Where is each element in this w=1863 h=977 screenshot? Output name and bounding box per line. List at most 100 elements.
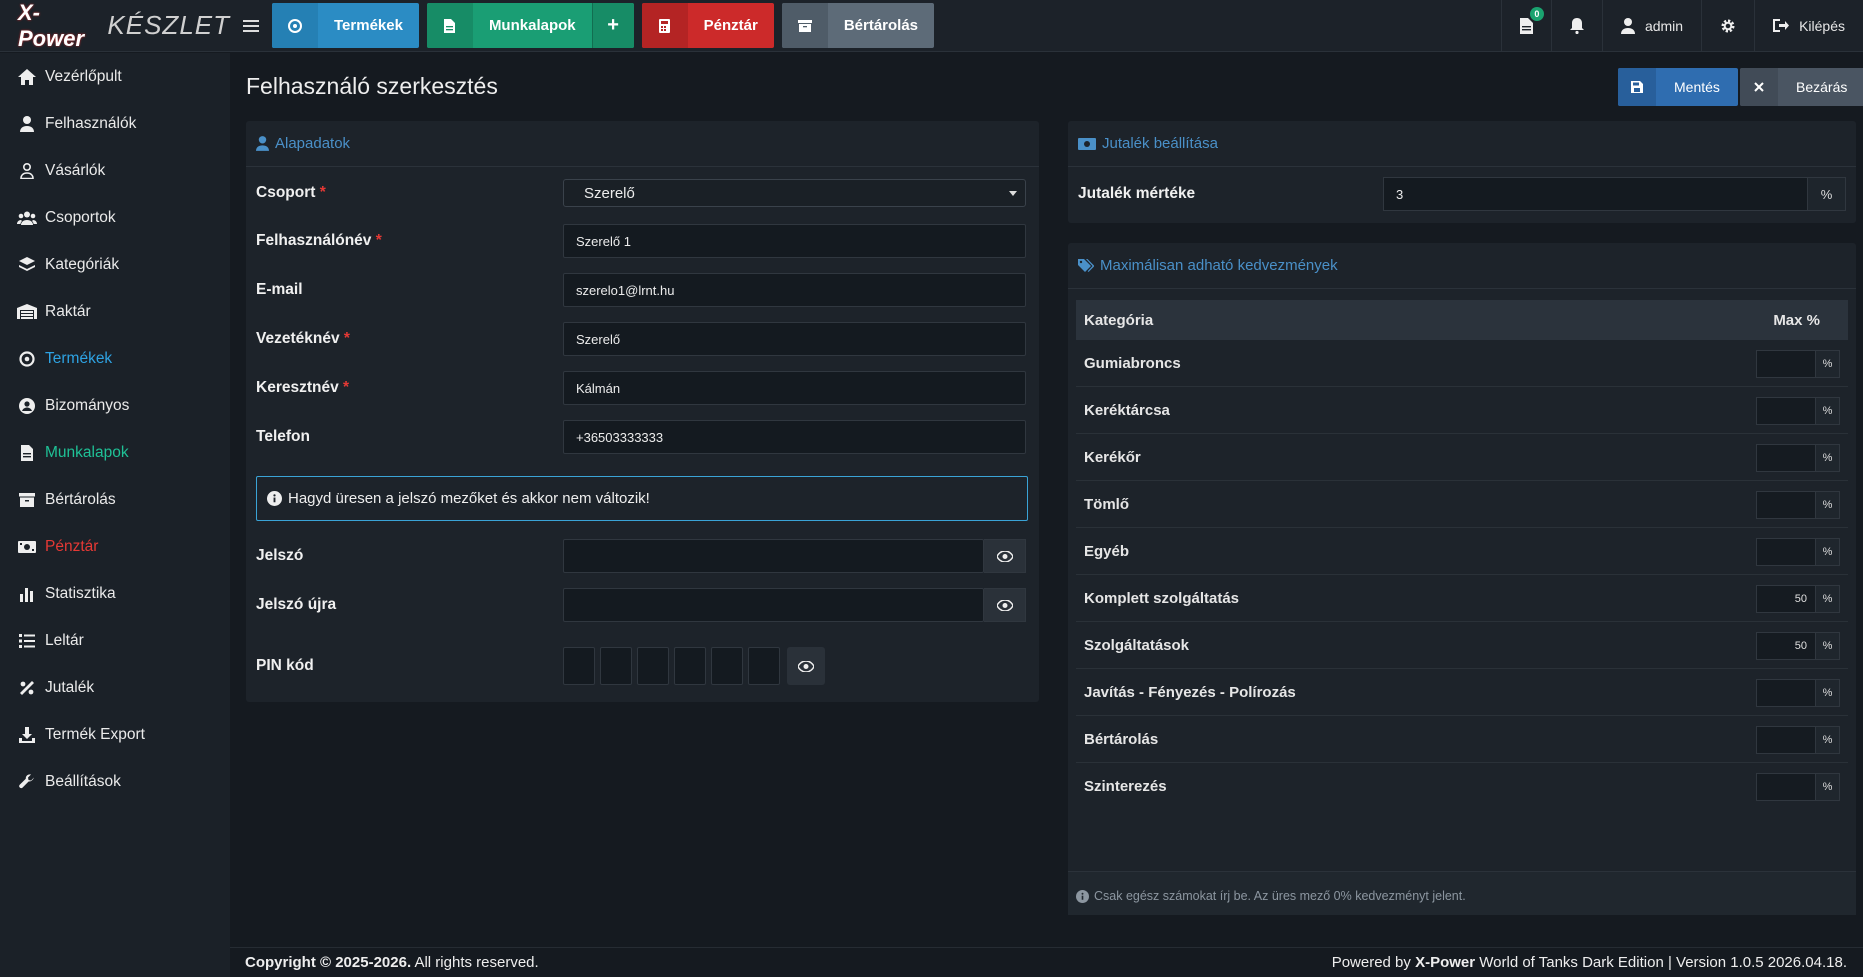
notification-badge: 0: [1529, 7, 1544, 21]
brand-name: KÉSZLET: [107, 10, 230, 40]
sidebar-item-products[interactable]: Termékek: [0, 335, 230, 382]
sidebar-item-customers[interactable]: Vásárlók: [0, 147, 230, 194]
sidebar-item-label: Termék Export: [45, 725, 145, 743]
table-row: Szinterezés %: [1076, 763, 1848, 810]
close-button[interactable]: Bezárás: [1740, 68, 1863, 106]
sidebar-item-commission[interactable]: Jutalék: [0, 664, 230, 711]
discount-input[interactable]: [1756, 350, 1816, 378]
money-icon: [17, 537, 37, 557]
discount-note: Csak egész számokat írj be. Az üres mező…: [1076, 889, 1466, 903]
username-input[interactable]: Szerelő 1: [563, 224, 1026, 258]
product-icon: [272, 3, 318, 48]
password-info-alert: Hagyd üresen a jelszó mezőket és akkor n…: [256, 476, 1028, 521]
sidebar-item-users[interactable]: Felhasználók: [0, 100, 230, 147]
commission-rate-group: 3 %: [1383, 177, 1846, 211]
show-pin-button[interactable]: [787, 647, 825, 685]
firstname-input[interactable]: Kálmán: [563, 371, 1026, 405]
phone-input[interactable]: +36503333333: [563, 420, 1026, 454]
user-outline-icon: [17, 161, 37, 181]
card-header: Alapadatok: [246, 121, 1039, 167]
pin-digit-input[interactable]: [711, 647, 743, 685]
product-icon: [17, 349, 37, 369]
floppy-icon: [1618, 68, 1656, 106]
group-select[interactable]: Szerelő: [563, 179, 1026, 207]
commission-rate-input[interactable]: 3: [1383, 177, 1808, 211]
list-icon: [17, 631, 37, 651]
sidebar-item-product-export[interactable]: Termék Export: [0, 711, 230, 758]
powered-by: Powered by X-Power World of Tanks Dark E…: [1331, 954, 1847, 971]
user-name: admin: [1644, 17, 1684, 34]
logout-button[interactable]: Kilépés: [1754, 0, 1863, 51]
hamburger-menu-icon[interactable]: [230, 0, 272, 51]
password-input[interactable]: [563, 539, 984, 573]
show-password-button[interactable]: [984, 539, 1026, 573]
card-title: Maximálisan adható kedvezmények: [1100, 257, 1338, 274]
user-menu[interactable]: admin: [1601, 0, 1701, 51]
sidebar: Vezérlőpult Felhasználók Vásárlók Csopor…: [0, 53, 230, 977]
category-name: Egyéb: [1084, 542, 1130, 560]
category-name: Gumiabroncs: [1084, 354, 1181, 372]
show-password-repeat-button[interactable]: [984, 588, 1026, 622]
discount-input[interactable]: [1756, 397, 1816, 425]
close-icon: [1740, 68, 1778, 106]
sidebar-item-label: Kategóriák: [45, 255, 120, 273]
sidebar-item-settings[interactable]: Beállítások: [0, 758, 230, 805]
discount-input[interactable]: [1756, 538, 1816, 566]
column-header-max: Max %: [1773, 311, 1820, 329]
column-header-category: Kategória: [1084, 311, 1154, 329]
info-icon: [1076, 889, 1089, 903]
bell-icon: [1569, 17, 1584, 34]
sidebar-item-worksheets[interactable]: Munkalapok: [0, 429, 230, 476]
discount-input[interactable]: 50: [1756, 632, 1816, 660]
topbar-storage-button[interactable]: Bértárolás: [781, 3, 935, 48]
page-footer: Copyright © 2025-2026. All rights reserv…: [230, 947, 1863, 977]
discount-input[interactable]: [1756, 679, 1816, 707]
card-header: Jutalék beállítása: [1068, 121, 1856, 167]
save-button[interactable]: Mentés: [1618, 68, 1738, 106]
percent-addon: %: [1816, 773, 1840, 801]
user-icon: [256, 136, 269, 151]
sidebar-item-categories[interactable]: Kategóriák: [0, 241, 230, 288]
discount-input[interactable]: 50: [1756, 585, 1816, 613]
topbar-cashier-button[interactable]: Pénztár: [641, 3, 774, 48]
gear-icon: [1721, 19, 1735, 32]
pin-digit-input[interactable]: [748, 647, 780, 685]
discount-input[interactable]: [1756, 726, 1816, 754]
topbar-worksheets-button[interactable]: Munkalapok +: [426, 3, 634, 48]
sidebar-item-warehouse[interactable]: Raktár: [0, 288, 230, 335]
pin-digit-input[interactable]: [674, 647, 706, 685]
sidebar-item-label: Beállítások: [45, 772, 121, 790]
brand-logo[interactable]: X-Power KÉSZLET: [0, 0, 230, 51]
pin-digit-input[interactable]: [637, 647, 669, 685]
percent-addon: %: [1816, 350, 1840, 378]
sidebar-item-dashboard[interactable]: Vezérlőpult: [0, 53, 230, 100]
discount-input[interactable]: [1756, 444, 1816, 472]
password-repeat-input[interactable]: [563, 588, 984, 622]
table-row: Gumiabroncs %: [1076, 340, 1848, 387]
card-footer: Csak egész számokat írj be. Az üres mező…: [1068, 871, 1856, 915]
worksheets-notification[interactable]: 0: [1500, 0, 1551, 51]
username-row: Felhasználónév * Szerelő 1: [256, 224, 1029, 258]
sidebar-item-inventory[interactable]: Leltár: [0, 617, 230, 664]
eye-icon: [996, 599, 1013, 611]
sidebar-item-groups[interactable]: Csoportok: [0, 194, 230, 241]
lastname-input[interactable]: Szerelő: [563, 322, 1026, 356]
add-worksheet-button[interactable]: +: [591, 3, 634, 48]
pin-digit-input[interactable]: [563, 647, 595, 685]
sidebar-item-statistics[interactable]: Statisztika: [0, 570, 230, 617]
email-field[interactable]: szerelo1@lrnt.hu: [563, 273, 1026, 307]
bell-button[interactable]: [1550, 0, 1602, 51]
discount-input[interactable]: [1756, 491, 1816, 519]
logout-icon: [1773, 19, 1790, 32]
sidebar-item-cashier[interactable]: Pénztár: [0, 523, 230, 570]
password-repeat-row: Jelszó újra: [256, 588, 1029, 622]
sidebar-item-label: Jutalék: [45, 678, 95, 696]
topbar-products-button[interactable]: Termékek: [272, 3, 419, 48]
sidebar-item-storage[interactable]: Bértárolás: [0, 476, 230, 523]
discount-input[interactable]: [1756, 773, 1816, 801]
sidebar-item-consignment[interactable]: Bizományos: [0, 382, 230, 429]
pin-digit-input[interactable]: [600, 647, 632, 685]
document-icon: [1519, 17, 1533, 34]
settings-button[interactable]: [1701, 0, 1754, 51]
sidebar-item-label: Vezérlőpult: [45, 67, 122, 85]
